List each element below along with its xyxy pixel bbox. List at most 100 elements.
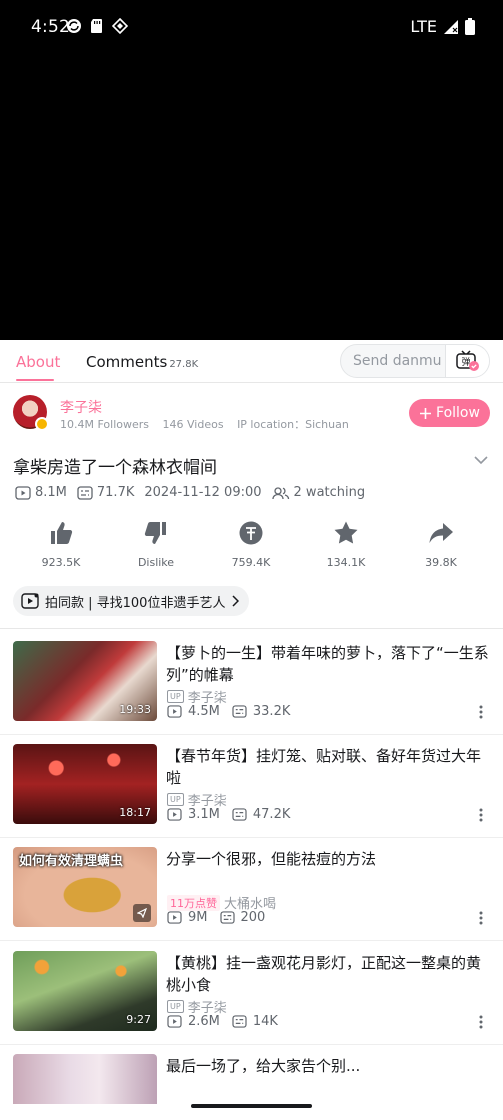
view-count: 2.6M xyxy=(188,1014,220,1029)
video-title[interactable]: 【黄桃】挂一盏观花月影灯，正配这一整桌的黄桃小食 xyxy=(166,952,491,996)
danmaku-count: 14K xyxy=(252,1014,278,1029)
like-icon xyxy=(51,522,73,544)
share-count: 39.8K xyxy=(425,556,457,569)
danmaku-count-icon xyxy=(77,485,93,500)
favorite-button[interactable]: 134.1K xyxy=(306,520,386,569)
danmu-icon: 弹 xyxy=(455,350,479,371)
video-title[interactable]: 【萝卜的一生】带着年味的萝卜，落下了“一生系列”的帷幕 xyxy=(166,642,491,686)
danmu-placeholder: Send danmu xyxy=(353,353,442,369)
video-thumbnail[interactable]: 18:17 xyxy=(13,744,157,824)
like-count: 923.5K xyxy=(41,556,81,569)
recommended-video[interactable]: 最后一场了，给大家告个别... xyxy=(0,1054,503,1120)
coin-button[interactable]: 759.4K xyxy=(211,520,291,569)
watching-icon xyxy=(271,486,289,499)
row-divider xyxy=(0,837,503,838)
danmaku-count: 33.2K xyxy=(252,704,291,719)
follower-count: 10.4M Followers xyxy=(60,418,150,431)
sd-card-icon xyxy=(91,19,102,33)
more-options-icon[interactable] xyxy=(479,808,483,822)
follow-button[interactable]: Follow xyxy=(409,399,490,427)
thumbnail-caption: 如何有效清理螨虫 xyxy=(19,854,124,869)
uploader-meta: 10.4M Followers 146 Videos IP location：S… xyxy=(60,416,359,432)
play-count-icon xyxy=(167,911,182,924)
up-tag: UP xyxy=(167,1000,184,1013)
video-title[interactable]: 最后一场了，给大家告个别... xyxy=(166,1055,491,1077)
more-options-icon[interactable] xyxy=(479,1015,483,1029)
row-divider xyxy=(0,940,503,941)
danmaku-count-icon xyxy=(232,705,247,718)
hot-tag: 11万点赞 xyxy=(167,894,220,911)
comments-count: 27.8K xyxy=(169,359,199,370)
video-thumbnail[interactable] xyxy=(13,1054,157,1104)
danmu-toggle-button[interactable]: 弹 xyxy=(445,345,489,377)
coin-icon xyxy=(239,521,263,545)
video-player[interactable] xyxy=(0,56,503,340)
dislike-icon xyxy=(144,522,166,544)
publish-date: 2024-11-12 09:00 xyxy=(144,485,262,500)
video-stats: 9M 200 xyxy=(167,910,265,925)
play-count-icon xyxy=(167,705,182,718)
recommended-video[interactable]: 如何有效清理螨虫 分享一个很邪，但能祛痘的方法 11万点赞 大桶水喝 9M 200 xyxy=(0,847,503,950)
share-button[interactable]: 39.8K xyxy=(401,520,481,569)
video-thumbnail[interactable]: 9:27 xyxy=(13,951,157,1031)
video-duration: 19:33 xyxy=(119,703,151,716)
danmaku-count: 200 xyxy=(240,910,266,925)
tab-about[interactable]: About xyxy=(16,353,60,371)
home-indicator[interactable] xyxy=(191,1104,312,1108)
video-title: 拿柴房造了一个森林衣帽间 xyxy=(13,458,217,478)
verified-badge xyxy=(35,417,49,431)
danmaku-count-icon xyxy=(232,1015,247,1028)
video-thumbnail[interactable]: 如何有效清理螨虫 xyxy=(13,847,157,927)
share-thumb-icon xyxy=(133,904,151,922)
video-thumbnail[interactable]: 19:33 xyxy=(13,641,157,721)
row-divider xyxy=(0,1044,503,1045)
video-title[interactable]: 分享一个很邪，但能祛痘的方法 xyxy=(166,848,491,870)
video-stats: 4.5M 33.2K xyxy=(167,704,290,719)
more-options-icon[interactable] xyxy=(479,911,483,925)
share-icon xyxy=(429,523,453,543)
promo-chip[interactable]: 拍同款 | 寻找100位非遗手艺人 xyxy=(13,586,250,616)
danmu-input[interactable]: Send danmu 弹 xyxy=(340,344,490,378)
up-tag: UP xyxy=(167,690,184,703)
video-stats: 3.1M 47.2K xyxy=(167,807,290,822)
promo-label: 拍同款 | 寻找100位非遗手艺人 xyxy=(45,595,226,611)
like-button[interactable]: 923.5K xyxy=(21,520,101,569)
play-count-icon xyxy=(167,808,182,821)
coin-count: 759.4K xyxy=(231,556,271,569)
video-template-icon xyxy=(21,593,39,609)
video-duration: 18:17 xyxy=(119,806,151,819)
view-count: 8.1M xyxy=(35,485,67,500)
danmaku-count: 47.2K xyxy=(252,807,291,822)
video-stats: 2.6M 14K xyxy=(167,1014,278,1029)
status-bar: 4:52 LTE xyxy=(0,0,503,56)
play-count-icon xyxy=(167,1015,182,1028)
more-options-icon[interactable] xyxy=(479,705,483,719)
video-count: 146 Videos xyxy=(162,418,224,431)
view-count: 4.5M xyxy=(188,704,220,719)
watching-count: 2 watching xyxy=(293,485,366,500)
avatar[interactable] xyxy=(13,395,49,431)
danmaku-count: 71.7K xyxy=(96,485,135,500)
dislike-button[interactable]: Dislike xyxy=(116,520,196,569)
video-duration: 9:27 xyxy=(126,1013,151,1026)
battery-icon xyxy=(465,18,475,35)
tab-active-indicator xyxy=(16,379,54,381)
recommended-video[interactable]: 9:27 【黄桃】挂一盏观花月影灯，正配这一整桌的黄桃小食 UP 李子柒 2.6M… xyxy=(0,951,503,1054)
uploader-name[interactable]: 李子柒 xyxy=(60,397,102,417)
favorite-count: 134.1K xyxy=(326,556,366,569)
ip-location: IP location：Sichuan xyxy=(237,418,349,431)
status-time: 4:52 xyxy=(31,17,70,37)
network-label: LTE xyxy=(410,17,437,36)
view-count: 3.1M xyxy=(188,807,220,822)
play-count-icon xyxy=(15,485,31,500)
chevron-down-icon[interactable] xyxy=(473,454,489,466)
video-title[interactable]: 【春节年货】挂灯笼、贴对联、备好年货过大年啦 xyxy=(166,745,491,789)
tab-comments[interactable]: Comments 27.8K xyxy=(86,353,198,371)
favorite-icon xyxy=(334,521,358,544)
recommended-video[interactable]: 18:17 【春节年货】挂灯笼、贴对联、备好年货过大年啦 UP 李子柒 3.1M … xyxy=(0,744,503,847)
section-divider xyxy=(0,628,503,629)
view-count: 9M xyxy=(188,910,208,925)
recommended-video[interactable]: 19:33 【萝卜的一生】带着年味的萝卜，落下了“一生系列”的帷幕 UP 李子柒 … xyxy=(0,641,503,744)
video-stats: 8.1M 71.7K 2024-11-12 09:00 2 watching xyxy=(15,485,375,500)
vpn-icon xyxy=(112,18,128,34)
